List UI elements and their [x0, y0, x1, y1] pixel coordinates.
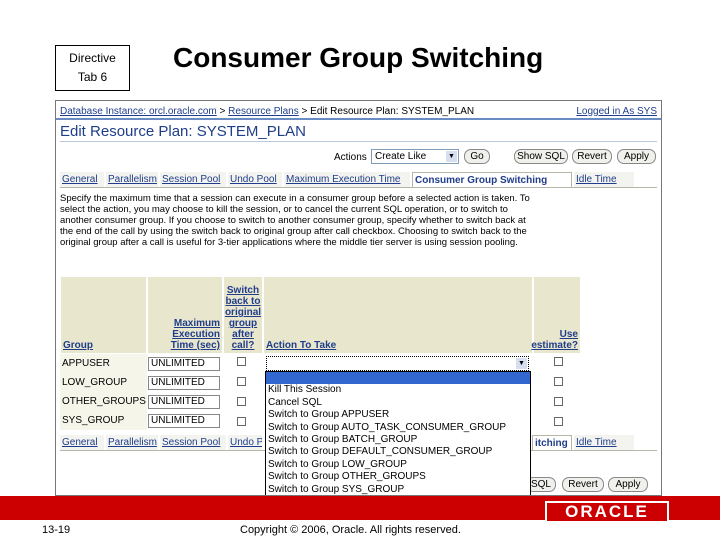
table-row-group: OTHER_GROUPS	[60, 392, 147, 411]
breadcrumb-db-instance[interactable]: Database Instance: orcl.oracle.com	[60, 106, 217, 117]
logged-in-link[interactable]: Logged in As SYS	[576, 106, 657, 117]
action-select[interactable]: ▼	[266, 356, 529, 371]
em-screenshot: Database Instance: orcl.oracle.com > Res…	[55, 100, 662, 496]
use-estimate-checkbox[interactable]	[554, 377, 563, 386]
switch-back-checkbox[interactable]	[237, 377, 246, 386]
chevron-down-icon: ▼	[516, 358, 527, 369]
tab-general[interactable]: General	[60, 172, 104, 187]
copyright-text: Copyright © 2006, Oracle. All rights res…	[240, 524, 461, 536]
page-title: Edit Resource Plan: SYSTEM_PLAN	[60, 123, 306, 140]
switch-back-checkbox[interactable]	[237, 357, 246, 366]
directive-tab: Tab 6	[77, 70, 108, 84]
description-text: Specify the maximum time that a session …	[60, 193, 530, 248]
bottom-revert-button[interactable]: Revert	[562, 477, 604, 492]
actions-select[interactable]: Create Like ▼	[371, 149, 459, 164]
show-sql-button[interactable]: Show SQL	[514, 149, 568, 164]
tab-max-exec-time[interactable]: Maximum Execution Time	[284, 172, 410, 187]
dropdown-option[interactable]: Switch to Group OTHER_GROUPS	[266, 471, 530, 483]
use-estimate-checkbox[interactable]	[554, 397, 563, 406]
switch-back-checkbox[interactable]	[237, 397, 246, 406]
actions-label: Actions	[334, 152, 367, 163]
dropdown-option[interactable]: Switch to Group LOW_GROUP	[266, 459, 530, 471]
max-exec-input[interactable]: UNLIMITED	[148, 414, 220, 428]
breadcrumb: Database Instance: orcl.oracle.com > Res…	[60, 106, 474, 117]
tab-undo-pool[interactable]: Undo Pool	[228, 172, 282, 187]
breadcrumb-separator: >	[301, 106, 308, 117]
dropdown-option[interactable]: Cancel SQL	[266, 397, 530, 409]
bottom-tab-undo-pool[interactable]: Undo Pool	[228, 435, 262, 450]
table-row-group: LOW_GROUP	[60, 373, 147, 392]
column-header-switch-back[interactable]: Switch back to original group after call…	[223, 276, 263, 354]
dropdown-option[interactable]: Switch to Group AUTO_TASK_CONSUMER_GROUP	[266, 422, 530, 434]
dropdown-option[interactable]: Switch to Group BATCH_GROUP	[266, 434, 530, 446]
tab-divider	[60, 187, 657, 188]
title-divider	[60, 141, 657, 142]
action-dropdown-list[interactable]: Kill This Session Cancel SQL Switch to G…	[265, 371, 531, 495]
dropdown-option[interactable]: Switch to Group SYS_GROUP	[266, 484, 530, 495]
oracle-logo: ORACLE	[545, 501, 669, 523]
bottom-tab-consumer-group-switching[interactable]: itching	[532, 435, 572, 450]
column-header-action[interactable]: Action To Take	[263, 276, 533, 354]
tab-bar: General Parallelism Session Pool Undo Po…	[60, 172, 657, 187]
bottom-tab-general[interactable]: General	[60, 435, 104, 450]
header-divider	[56, 118, 661, 120]
use-estimate-checkbox[interactable]	[554, 357, 563, 366]
switch-back-checkbox[interactable]	[237, 417, 246, 426]
actions-select-value: Create Like	[375, 151, 427, 162]
column-header-max-exec[interactable]: Maximum Execution Time (sec)	[147, 276, 223, 354]
max-exec-input[interactable]: UNLIMITED	[148, 376, 220, 390]
use-estimate-checkbox[interactable]	[554, 417, 563, 426]
max-exec-input[interactable]: UNLIMITED	[148, 357, 220, 371]
bottom-tab-parallelism[interactable]: Parallelism	[106, 435, 158, 450]
column-header-group[interactable]: Group	[60, 276, 147, 354]
dropdown-option[interactable]: Kill This Session	[266, 384, 530, 396]
apply-button[interactable]: Apply	[617, 149, 656, 164]
bottom-apply-button[interactable]: Apply	[608, 477, 648, 492]
tab-parallelism[interactable]: Parallelism	[106, 172, 158, 187]
slide-title: Consumer Group Switching	[173, 42, 544, 73]
breadcrumb-current: Edit Resource Plan: SYSTEM_PLAN	[310, 106, 475, 117]
tab-idle-time[interactable]: Idle Time	[574, 172, 634, 187]
bottom-tab-session-pool[interactable]: Session Pool	[160, 435, 226, 450]
directive-label: Directive	[69, 51, 116, 65]
tab-consumer-group-switching[interactable]: Consumer Group Switching	[412, 172, 572, 187]
page-number: 13-19	[42, 524, 71, 536]
table-row-group: APPUSER	[60, 354, 147, 373]
tab-session-pool[interactable]: Session Pool	[160, 172, 226, 187]
dropdown-option[interactable]: Switch to Group APPUSER	[266, 409, 530, 421]
revert-button[interactable]: Revert	[572, 149, 612, 164]
go-button[interactable]: Go	[464, 149, 490, 164]
dropdown-option[interactable]	[266, 372, 530, 385]
breadcrumb-resource-plans[interactable]: Resource Plans	[228, 106, 299, 117]
max-exec-input[interactable]: UNLIMITED	[148, 395, 220, 409]
bottom-tab-idle-time[interactable]: Idle Time	[574, 435, 634, 450]
breadcrumb-separator: >	[219, 106, 226, 117]
column-header-use-estimate[interactable]: Use estimate?	[531, 276, 581, 354]
chevron-down-icon: ▼	[446, 151, 457, 162]
directive-box: Directive Tab 6	[55, 45, 130, 91]
dropdown-option[interactable]: Switch to Group DEFAULT_CONSUMER_GROUP	[266, 446, 530, 458]
table-row-group: SYS_GROUP	[60, 411, 147, 430]
